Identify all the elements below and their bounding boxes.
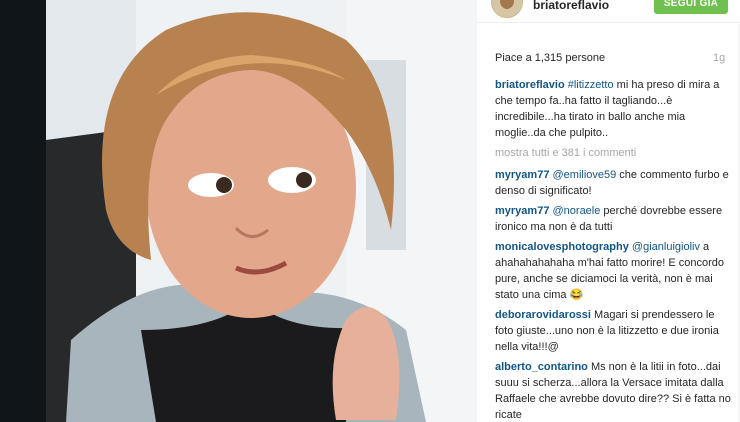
username-link[interactable]: briatoreflavio bbox=[533, 0, 609, 12]
comment-mention-link[interactable]: @gianluigioliv bbox=[632, 241, 700, 253]
post-header: briatoreflavio SEGUI GIÀ bbox=[477, 0, 740, 23]
show-all-comments-link[interactable]: mostra tutti e 381 i commenti bbox=[495, 145, 731, 161]
comment-user-link[interactable]: monicalovesphotography bbox=[495, 241, 629, 253]
comments-list: briatoreflavio #litizzetto mi ha preso d… bbox=[495, 77, 731, 422]
list-item: alberto_contarino Ms non è la litii in f… bbox=[495, 359, 731, 422]
follow-button[interactable]: SEGUI GIÀ bbox=[654, 0, 728, 14]
caption-user-link[interactable]: briatoreflavio bbox=[495, 79, 565, 91]
comment-mention-link[interactable]: @noraele bbox=[553, 205, 601, 217]
likes-count[interactable]: Piace a 1,315 persone bbox=[495, 52, 605, 64]
list-item: deborarovidarossi Magari si prendessero … bbox=[495, 307, 731, 355]
comment-user-link[interactable]: deborarovidarossi bbox=[495, 309, 591, 321]
comment-user-link[interactable]: myryam77 bbox=[495, 169, 549, 181]
comment-user-link[interactable]: alberto_contarino bbox=[495, 361, 588, 373]
comment-user-link[interactable]: myryam77 bbox=[495, 205, 549, 217]
woman-portrait-image bbox=[46, 0, 477, 422]
list-item: myryam77 @emiliove59 che commento furbo … bbox=[495, 167, 731, 199]
post-photo bbox=[46, 0, 477, 422]
comments-panel: briatoreflavio SEGUI GIÀ Piace a 1,315 p… bbox=[477, 0, 740, 422]
list-item: myryam77 @noraele perché dovrebbe essere… bbox=[495, 203, 731, 235]
caption-hashtag[interactable]: #litizzetto bbox=[568, 79, 614, 91]
comment-mention-link[interactable]: @emiliove59 bbox=[553, 169, 617, 181]
list-item: monicalovesphotography @gianluigioliv a … bbox=[495, 239, 731, 303]
post-time: 1g bbox=[713, 52, 726, 64]
avatar[interactable] bbox=[491, 0, 523, 18]
caption: briatoreflavio #litizzetto mi ha preso d… bbox=[495, 77, 731, 141]
